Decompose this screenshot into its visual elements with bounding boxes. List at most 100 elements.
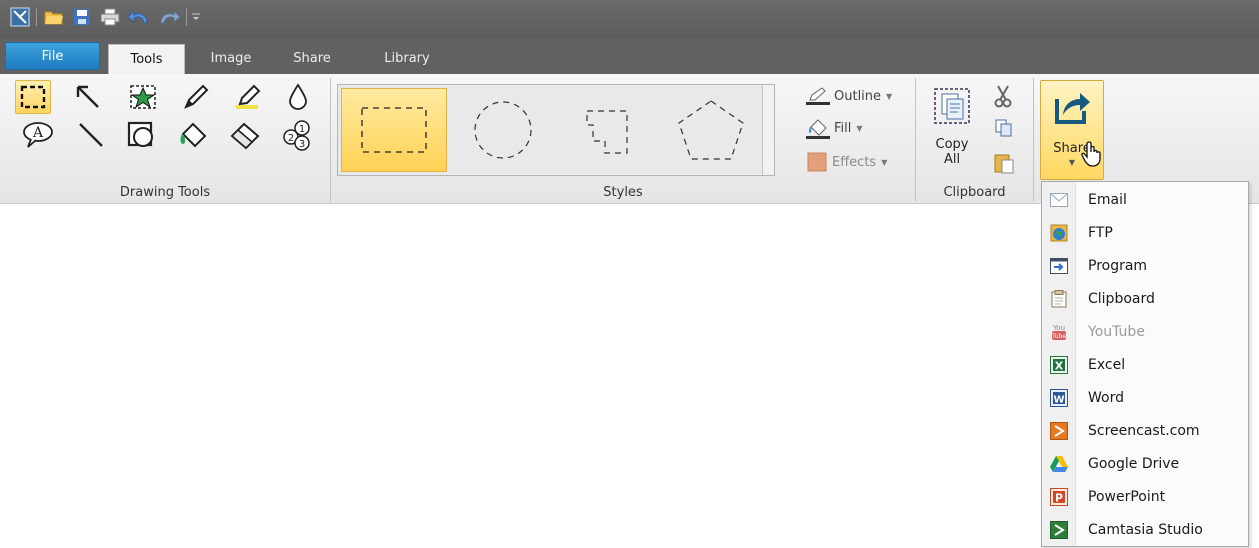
svg-text:A: A	[32, 125, 44, 141]
email-icon	[1042, 192, 1076, 207]
google-drive-icon	[1042, 455, 1076, 473]
tab-image[interactable]: Image	[196, 44, 266, 74]
copy-all-button[interactable]: Copy All	[928, 137, 976, 167]
drawing-tools-label: Drawing Tools	[119, 185, 211, 200]
style-dashed-pentagon[interactable]	[658, 88, 764, 172]
style-dashed-freeform[interactable]	[556, 88, 662, 172]
paste-icon[interactable]	[994, 152, 1014, 174]
mouse-cursor-icon	[1080, 140, 1104, 172]
fill-button[interactable]: Fill ▼	[806, 116, 863, 140]
menu-item-email[interactable]: Email	[1042, 183, 1248, 216]
quick-access-toolbar	[0, 0, 1259, 38]
toolbar-separator	[36, 8, 37, 26]
outline-button[interactable]: Outline ▼	[806, 84, 892, 108]
copy-all-label-line2: All	[943, 152, 961, 167]
tab-file[interactable]: File	[5, 42, 100, 70]
clipboard-icon	[1042, 289, 1076, 308]
snagit-editor-icon[interactable]	[8, 5, 32, 29]
print-icon[interactable]	[98, 5, 122, 29]
program-icon	[1042, 257, 1076, 274]
menu-item-program[interactable]: Program	[1042, 249, 1248, 282]
save-icon[interactable]	[70, 5, 94, 29]
chevron-down-icon: ▼	[886, 91, 893, 101]
powerpoint-icon: P	[1042, 487, 1076, 506]
svg-text:3: 3	[299, 139, 305, 150]
tab-library[interactable]: Library	[366, 44, 448, 74]
line-icon[interactable]	[73, 118, 109, 152]
redo-icon[interactable]	[156, 5, 182, 29]
camtasia-icon	[1042, 520, 1076, 539]
menu-item-label: Clipboard	[1088, 290, 1155, 307]
undo-icon[interactable]	[126, 5, 152, 29]
ftp-icon	[1042, 224, 1076, 242]
menu-item-label: FTP	[1088, 224, 1113, 241]
effects-button[interactable]: Effects ▼	[806, 150, 887, 174]
menu-item-google-drive[interactable]: Google Drive	[1042, 447, 1248, 480]
copy-all-icon[interactable]	[932, 86, 972, 126]
svg-text:P: P	[1055, 491, 1063, 504]
tab-tools[interactable]: Tools	[108, 44, 185, 75]
shape-icon[interactable]	[123, 118, 159, 152]
chevron-down-icon: ▼	[856, 123, 863, 133]
menu-item-word[interactable]: W Word	[1042, 381, 1248, 414]
stamp-icon[interactable]	[125, 80, 161, 114]
menu-item-ftp[interactable]: FTP	[1042, 216, 1248, 249]
styles-gallery	[337, 84, 775, 176]
menu-item-label: YouTube	[1088, 323, 1145, 340]
menu-item-label: Screencast.com	[1088, 422, 1200, 439]
cut-icon[interactable]	[992, 84, 1014, 108]
menu-item-clipboard[interactable]: Clipboard	[1042, 282, 1248, 315]
svg-text:X: X	[1055, 359, 1064, 372]
menu-item-label: Google Drive	[1088, 455, 1180, 472]
customize-dropdown-icon[interactable]	[189, 5, 203, 29]
clipboard-label: Clipboard	[943, 185, 1006, 200]
selection-icon[interactable]	[15, 80, 51, 114]
style-dashed-rectangle[interactable]	[341, 88, 447, 172]
effects-icon	[807, 152, 827, 172]
copy-icon[interactable]	[994, 118, 1014, 138]
outline-label: Outline	[834, 88, 882, 104]
blur-icon[interactable]	[280, 80, 316, 114]
share-menu: Email FTP Program Clipboard You Tube YouT…	[1041, 181, 1249, 547]
toolbar-separator	[186, 8, 187, 26]
menu-item-camtasia[interactable]: Camtasia Studio	[1042, 513, 1248, 546]
svg-text:W: W	[1053, 394, 1064, 405]
step-icon[interactable]: 123	[279, 118, 315, 152]
menu-item-label: Word	[1088, 389, 1124, 406]
menu-item-label: Email	[1088, 191, 1127, 208]
eraser-icon[interactable]	[227, 118, 263, 152]
chevron-down-icon: ▼	[881, 157, 888, 167]
styles-gallery-scrollbar[interactable]	[762, 85, 774, 175]
menu-item-youtube[interactable]: You Tube YouTube	[1042, 315, 1248, 348]
menu-item-screencast[interactable]: Screencast.com	[1042, 414, 1248, 447]
svg-text:Tube: Tube	[1051, 333, 1066, 340]
share-arrow-icon	[1054, 89, 1092, 129]
fill-label: Fill	[834, 120, 852, 136]
menu-item-excel[interactable]: X Excel	[1042, 348, 1248, 381]
menu-item-powerpoint[interactable]: P PowerPoint	[1042, 480, 1248, 513]
arrow-icon[interactable]	[70, 80, 106, 114]
fill-icon[interactable]	[175, 118, 211, 152]
menu-item-label: PowerPoint	[1088, 488, 1166, 505]
menu-item-label: Excel	[1088, 356, 1126, 373]
pen-icon[interactable]	[178, 80, 214, 114]
word-icon: W	[1042, 388, 1076, 407]
excel-icon: X	[1042, 355, 1076, 374]
effects-label: Effects	[832, 154, 877, 170]
open-folder-icon[interactable]	[42, 5, 66, 29]
svg-text:2: 2	[288, 133, 294, 144]
svg-text:1: 1	[299, 124, 305, 135]
callout-icon[interactable]: A	[20, 118, 56, 152]
tab-share[interactable]: Share	[278, 44, 346, 74]
style-dashed-circle[interactable]	[450, 88, 556, 172]
menu-item-label: Program	[1088, 257, 1148, 274]
fill-bucket-icon	[806, 119, 830, 139]
highlighter-icon[interactable]	[230, 80, 266, 114]
svg-text:You: You	[1052, 324, 1065, 332]
menu-item-label: Camtasia Studio	[1088, 521, 1203, 538]
styles-label: Styles	[603, 185, 643, 200]
copy-all-label-line1: Copy	[935, 137, 969, 152]
screencast-icon	[1042, 421, 1076, 440]
ribbon-tab-strip: File Tools Image Share Library	[0, 38, 1259, 75]
youtube-icon: You Tube	[1042, 323, 1076, 341]
